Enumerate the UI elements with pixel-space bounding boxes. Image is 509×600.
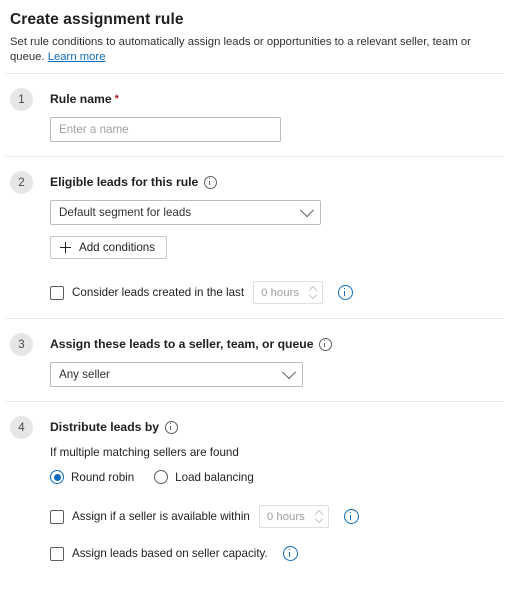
plus-icon [60,242,71,253]
eligible-segment-dropdown[interactable]: Default segment for leads [50,200,321,225]
step-badge-4: 4 [10,416,33,439]
distribute-radio-group: Round robin Load balancing [50,470,499,484]
section-eligible-leads: 2 Eligible leads for this rule Default s… [0,157,509,318]
page-title: Create assignment rule [10,11,184,28]
seller-capacity-row: Assign leads based on seller capacity. [50,546,499,561]
seller-available-row: Assign if a seller is available within 0… [50,505,499,528]
create-assignment-rule-page: Create assignment rule Set rule conditio… [0,0,509,600]
stepper-buttons [305,282,322,303]
step-2-title: Eligible leads for this rule [50,171,499,193]
step-badge-1: 1 [10,88,33,111]
step-badge-3: 3 [10,333,33,356]
section-rule-name: 1 Rule name * [0,74,509,156]
radio-option-load-balancing[interactable]: Load balancing [154,470,254,484]
add-conditions-label: Add conditions [79,241,156,254]
consider-leads-label[interactable]: Consider leads created in the last [72,286,244,299]
info-icon[interactable] [204,175,218,189]
seller-available-label[interactable]: Assign if a seller is available within [72,510,250,523]
eligible-segment-dropdown-value: Default segment for leads [59,206,192,219]
consider-leads-row: Consider leads created in the last 0 hou… [50,281,499,304]
spinner-down-icon[interactable] [316,517,323,524]
page-subtitle: Set rule conditions to automatically ass… [10,35,499,65]
required-asterisk: * [114,93,119,105]
step-3-title-text: Assign these leads to a seller, team, or… [50,337,314,351]
seller-available-checkbox[interactable] [50,509,64,524]
learn-more-link[interactable]: Learn more [48,51,106,63]
distribute-helper-text: If multiple matching sellers are found [50,446,239,459]
seller-capacity-label[interactable]: Assign leads based on seller capacity. [72,547,268,560]
seller-capacity-checkbox[interactable] [50,546,64,561]
section-assign-to: 3 Assign these leads to a seller, team, … [0,319,509,401]
seller-available-hours-value: 0 hours [266,510,305,523]
info-icon[interactable] [338,285,354,300]
step-4-title: Distribute leads by [50,416,499,438]
chevron-down-icon [299,202,315,217]
radio-load-balancing-indicator[interactable] [154,470,169,484]
section-distribute-leads: 4 Distribute leads by If multiple matchi… [0,402,509,575]
consider-leads-hours-value: 0 hours [261,286,300,299]
seller-capacity-info-wrap [277,546,298,561]
rule-name-input[interactable] [50,117,281,142]
seller-available-info-wrap [338,509,359,524]
info-icon[interactable] [343,509,359,524]
step-3-title: Assign these leads to a seller, team, or… [50,333,499,355]
chevron-down-icon [281,364,297,379]
radio-load-balancing-label: Load balancing [175,470,254,484]
radio-option-round-robin[interactable]: Round robin [50,470,134,484]
seller-available-hours-stepper[interactable]: 0 hours [258,505,329,528]
assignee-dropdown-value: Any seller [59,368,110,381]
assignee-dropdown[interactable]: Any seller [50,362,303,387]
step-2-title-text: Eligible leads for this rule [50,175,199,189]
info-icon[interactable] [319,337,333,351]
consider-leads-info-wrap [332,285,354,300]
radio-round-robin-label: Round robin [71,470,135,484]
radio-round-robin-indicator[interactable] [50,470,64,484]
info-icon[interactable] [282,546,298,561]
add-conditions-button[interactable]: Add conditions [50,236,168,259]
step-4-title-text: Distribute leads by [50,420,160,434]
stepper-buttons [311,506,328,527]
consider-leads-checkbox[interactable] [50,285,64,300]
info-icon[interactable] [165,420,179,434]
step-badge-2: 2 [10,171,33,194]
spinner-down-icon[interactable] [310,293,317,300]
step-1-title-text: Rule name [50,92,112,106]
page-header: Create assignment rule Set rule conditio… [0,0,509,65]
step-1-title: Rule name * [50,88,499,110]
consider-leads-hours-stepper[interactable]: 0 hours [253,281,324,304]
